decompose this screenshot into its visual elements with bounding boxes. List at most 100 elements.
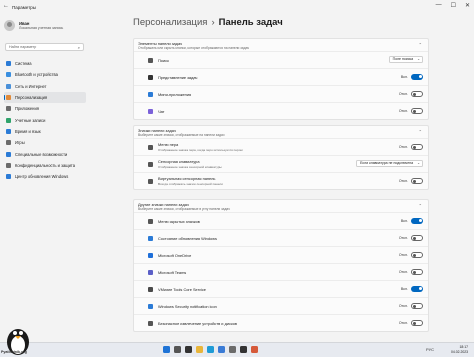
sidebar-item-5[interactable]: Учетные записи	[4, 114, 86, 125]
sidebar-item-0[interactable]: Система	[4, 58, 86, 69]
sidebar-item-label: Сеть и Интернет	[15, 83, 47, 89]
sidebar-item-1[interactable]: Bluetooth и устройства	[4, 69, 86, 80]
onedrive-icon	[148, 252, 153, 258]
section-description: Отображать или скрыть кнопки, которые от…	[138, 46, 250, 50]
chevron-up-icon[interactable]: ⌃	[419, 203, 422, 208]
toggle-state-text: Откл.	[398, 252, 408, 257]
minimize-button[interactable]: —	[436, 2, 442, 9]
tray-lang[interactable]: РУС	[426, 347, 434, 352]
title-bar: ← Параметры — ☐ ✕	[0, 0, 474, 14]
setting-label: Сенсорная клавиатура	[158, 159, 200, 164]
search-icon	[148, 57, 153, 63]
brush-icon	[6, 95, 11, 101]
back-arrow-icon[interactable]: ←	[3, 3, 9, 9]
chat-icon	[148, 108, 153, 114]
window-title: Параметры	[12, 4, 36, 10]
breadcrumb-parent[interactable]: Персонализация	[133, 17, 207, 28]
taskbar-start-icon[interactable]	[163, 346, 170, 353]
sidebar-item-2[interactable]: Сеть и Интернет	[4, 81, 86, 92]
taskbar-paint-icon[interactable]	[251, 346, 258, 353]
toggle-switch[interactable]	[411, 251, 423, 258]
taskbar-store-icon[interactable]	[218, 346, 225, 353]
setting-label: VMware Tools Core Service	[158, 286, 206, 292]
sidebar-item-8[interactable]: Специальные возможности	[4, 148, 86, 159]
breadcrumb-separator: ›	[211, 17, 215, 28]
toggle-state-text: Откл.	[398, 91, 408, 96]
taskbar-settings-icon[interactable]	[229, 346, 236, 353]
settings-section-1: Значки панели задач Выберите какие значки…	[133, 125, 429, 190]
sidebar-item-7[interactable]: Игры	[4, 137, 86, 148]
setting-row: Безопасное извлечение устройств и дисков…	[134, 314, 428, 331]
setting-label: Поиск	[158, 57, 169, 63]
toggle-switch[interactable]	[411, 234, 423, 241]
pen-icon	[148, 144, 153, 150]
teams-icon	[148, 269, 153, 275]
sidebar-item-label: Игры	[15, 140, 25, 146]
setting-label: Microsoft OneDrive	[158, 252, 192, 258]
setting-row: Windows Security notification icon Откл.	[134, 297, 428, 314]
dropdown-select[interactable]: Если клавиатура не подключена ⌄	[356, 159, 423, 167]
sidebar-item-10[interactable]: Центр обновления Windows	[4, 171, 86, 182]
taskbar-terminal-icon[interactable]	[240, 346, 247, 353]
taskbar-explorer-icon[interactable]	[196, 346, 203, 353]
bluetooth-icon	[6, 72, 11, 78]
settings-section-0: Элементы панели задач Отображать или скры…	[133, 38, 429, 120]
toggle-switch[interactable]	[411, 177, 423, 184]
sidebar-item-3[interactable]: Персонализация	[4, 91, 86, 104]
chevron-up-icon[interactable]: ⌃	[419, 129, 422, 134]
settings-section-2: Другие значки панели задач Выберите какие…	[133, 199, 429, 332]
watermark-text: Pyatilistnik.org	[1, 350, 27, 354]
close-button[interactable]: ✕	[465, 2, 470, 9]
settings-window: ← Параметры — ☐ ✕ Иван Локальная учетная…	[0, 0, 474, 342]
sidebar-item-6[interactable]: Время и язык	[4, 126, 86, 137]
setting-row: Меню пера Отображение значка пера, когда …	[134, 138, 428, 155]
section-header[interactable]: Другие значки панели задач Выберите какие…	[134, 200, 428, 212]
toggle-switch[interactable]	[411, 73, 423, 80]
section-header[interactable]: Значки панели задач Выберите какие значки…	[134, 126, 428, 138]
maximize-button[interactable]: ☐	[451, 2, 456, 9]
setting-label: Меню пера	[158, 142, 179, 147]
dropdown-value: Если клавиатура не подключена	[360, 161, 414, 165]
toggle-switch[interactable]	[411, 302, 423, 309]
taskbar-edge-icon[interactable]	[207, 346, 214, 353]
user-role: Локальная учетная запись	[19, 26, 64, 30]
toggle-switch[interactable]	[411, 143, 423, 150]
toggle-switch[interactable]	[411, 268, 423, 275]
network-icon	[6, 83, 11, 89]
sidebar-item-label: Конфиденциальность и защита	[15, 162, 76, 168]
toggle-switch[interactable]	[411, 319, 423, 326]
user-card[interactable]: Иван Локальная учетная запись	[4, 20, 63, 31]
toggle-switch[interactable]	[411, 107, 423, 114]
sidebar-item-4[interactable]: Приложения	[4, 103, 86, 114]
nav-list: Система Bluetooth и устройства Сеть и Инте…	[4, 58, 86, 182]
taskview-icon	[148, 74, 153, 80]
setting-row: Сенсорная клавиатура Отображение значка с…	[134, 155, 428, 172]
tray-clock[interactable]: 18:17 04.02.2023	[451, 345, 468, 355]
setting-label: Windows Security notification icon	[158, 303, 217, 309]
taskbar-taskview-icon[interactable]	[185, 346, 192, 353]
sidebar-item-label: Специальные возможности	[15, 151, 68, 157]
toggle-switch[interactable]	[411, 90, 423, 97]
search-input[interactable]: Найти параметр ⌕	[5, 43, 84, 51]
toggle-switch[interactable]	[411, 285, 423, 292]
toggle-state-text: Вкл.	[400, 74, 408, 79]
setting-row: Чат Откл.	[134, 102, 428, 119]
section-description: Выберите какие значки, отображаемые в уг…	[138, 207, 230, 211]
toggle-state-text: Откл.	[398, 320, 408, 325]
chevron-up-icon[interactable]: ⌃	[419, 42, 422, 47]
sidebar-item-label: Приложения	[15, 106, 39, 112]
dropdown-select[interactable]: Поле поиска ⌄	[388, 55, 423, 63]
sidebar-item-9[interactable]: Конфиденциальность и защита	[4, 160, 86, 171]
touchpad-icon	[148, 178, 153, 184]
setting-label: Microsoft Teams	[158, 269, 187, 275]
setting-label: Виртуальная сенсорная панель	[158, 176, 216, 181]
setting-label: Состояние обновления Windows	[158, 235, 217, 241]
setting-description: Отображение значка сенсорной клавиатуры	[158, 164, 222, 169]
toggle-state-text: Вкл.	[400, 218, 408, 223]
toggle-switch[interactable]	[411, 217, 423, 224]
sidebar-item-label: Центр обновления Windows	[15, 174, 69, 180]
section-header[interactable]: Элементы панели задач Отображать или скры…	[134, 39, 428, 51]
sidebar-item-label: Bluetooth и устройства	[15, 72, 58, 78]
toggle-state-text: Откл.	[398, 235, 408, 240]
taskbar-search-icon[interactable]	[174, 346, 181, 353]
